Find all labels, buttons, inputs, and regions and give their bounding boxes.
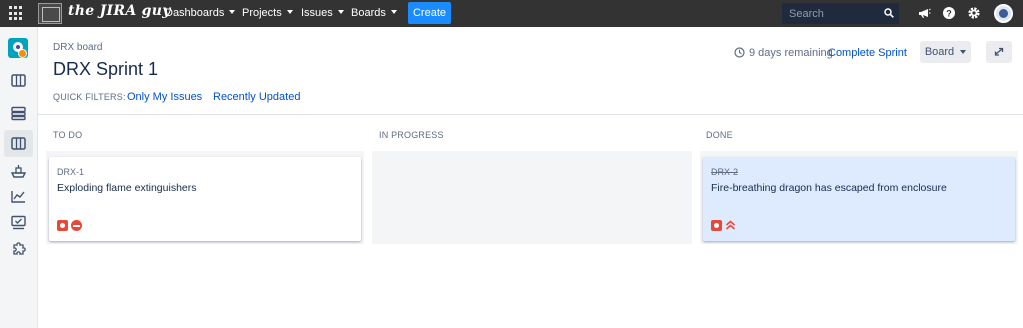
filter-recently-updated[interactable]: Recently Updated	[213, 91, 300, 103]
nav-dashboards[interactable]: Dashboards	[165, 7, 236, 19]
help-icon[interactable]: ?	[942, 6, 956, 20]
sprint-remaining-text: 9 days remaining	[749, 47, 833, 59]
nav-projects[interactable]: Projects	[242, 7, 293, 19]
megaphone-icon[interactable]	[917, 6, 931, 20]
fullscreen-button[interactable]	[986, 41, 1012, 63]
site-logo-text[interactable]: the JIRA guy	[68, 3, 171, 19]
issue-summary: Exploding flame extinguishers	[57, 182, 197, 194]
active-sprints-icon[interactable]	[10, 105, 27, 122]
issues-icon[interactable]	[10, 214, 27, 231]
board-dropdown-button[interactable]: Board	[920, 41, 971, 63]
chevron-down-icon	[390, 10, 397, 14]
nav-dashboards-label: Dashboards	[165, 7, 225, 19]
settings-gear-icon[interactable]	[967, 6, 981, 20]
board-columns-icon[interactable]	[10, 135, 27, 152]
top-navbar: the JIRA guy Dashboards Projects Issues …	[0, 0, 1023, 27]
board-button-label: Board	[924, 46, 955, 58]
issue-card[interactable]: DRX-2 Fire-breathing dragon has escaped …	[703, 157, 1015, 241]
chevron-down-icon	[286, 10, 293, 14]
add-ons-icon[interactable]	[10, 240, 27, 257]
complete-sprint-link[interactable]: Complete Sprint	[828, 47, 907, 59]
issue-card[interactable]: DRX-1 Exploding flame extinguishers	[49, 157, 361, 241]
nav-boards[interactable]: Boards	[351, 7, 397, 19]
issue-summary: Fire-breathing dragon has escaped from e…	[711, 182, 947, 194]
breadcrumb[interactable]: DRX board	[53, 42, 102, 53]
page-title: DRX Sprint 1	[53, 59, 159, 79]
releases-icon[interactable]	[10, 163, 27, 180]
create-button[interactable]: Create	[408, 2, 451, 24]
quick-filters-label: QUICK FILTERS:	[53, 92, 126, 102]
reports-icon[interactable]	[10, 188, 27, 205]
chevron-down-icon	[960, 50, 967, 54]
column-header-in-progress: IN PROGRESS	[379, 130, 444, 140]
highest-priority-icon	[725, 220, 736, 230]
issue-key[interactable]: DRX-2	[711, 167, 738, 177]
column-header-done: DONE	[706, 130, 733, 140]
column-header-todo: TO DO	[53, 130, 83, 140]
clock-icon	[734, 47, 745, 58]
chevron-down-icon	[229, 10, 236, 14]
header-divider	[38, 114, 1023, 115]
expand-icon	[994, 47, 1004, 56]
blocker-priority-icon	[71, 220, 82, 231]
column-in-progress	[372, 151, 692, 244]
nav-projects-label: Projects	[242, 7, 282, 19]
search-box	[782, 3, 899, 24]
svg-text:?: ?	[946, 9, 952, 19]
bug-icon	[711, 220, 722, 231]
search-icon[interactable]	[884, 8, 894, 18]
nav-boards-label: Boards	[351, 7, 386, 19]
filter-only-my-issues[interactable]: Only My Issues	[127, 91, 202, 103]
issue-key[interactable]: DRX-1	[57, 167, 84, 177]
apps-grid-icon[interactable]	[9, 6, 24, 21]
bug-icon	[57, 220, 68, 231]
search-input[interactable]	[782, 3, 877, 24]
notification-badge	[18, 49, 27, 58]
chevron-down-icon	[337, 10, 344, 14]
nav-issues[interactable]: Issues	[301, 7, 344, 19]
project-sidebar	[0, 27, 38, 328]
site-logo-icon[interactable]	[38, 3, 62, 24]
backlog-icon[interactable]	[10, 72, 27, 89]
nav-issues-label: Issues	[301, 7, 333, 19]
user-avatar-icon[interactable]	[994, 4, 1013, 23]
